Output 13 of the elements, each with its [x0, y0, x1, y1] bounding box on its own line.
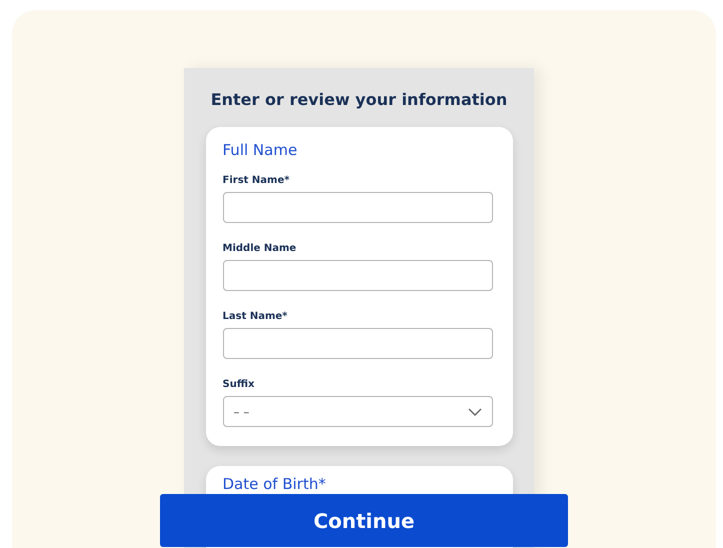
suffix-dropdown[interactable]: – –: [222, 396, 492, 427]
field-label: Middle Name: [222, 243, 298, 254]
text-input-field[interactable]: [222, 328, 492, 359]
field-label: Last Name*: [222, 311, 288, 322]
form-heading: Enter or review your information: [210, 90, 508, 109]
section-title: Date of Birth*: [222, 475, 327, 493]
text-input-field[interactable]: [222, 260, 492, 291]
section-title: Full Name: [222, 141, 298, 159]
text-input-field[interactable]: [222, 192, 492, 223]
field-label: First Name*: [222, 175, 290, 186]
continue-button[interactable]: Continue: [160, 494, 568, 547]
chevron-down-icon: [468, 408, 482, 416]
field-label: Suffix: [222, 379, 256, 390]
